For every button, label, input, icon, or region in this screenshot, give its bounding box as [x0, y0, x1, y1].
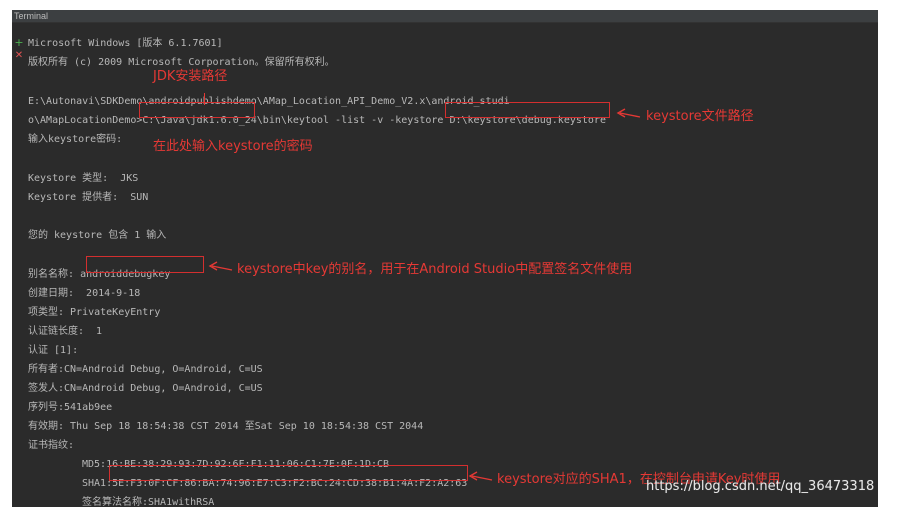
watermark: https://blog.csdn.net/qq_36473318 [646, 479, 875, 494]
annotation-arrows [208, 108, 641, 481]
